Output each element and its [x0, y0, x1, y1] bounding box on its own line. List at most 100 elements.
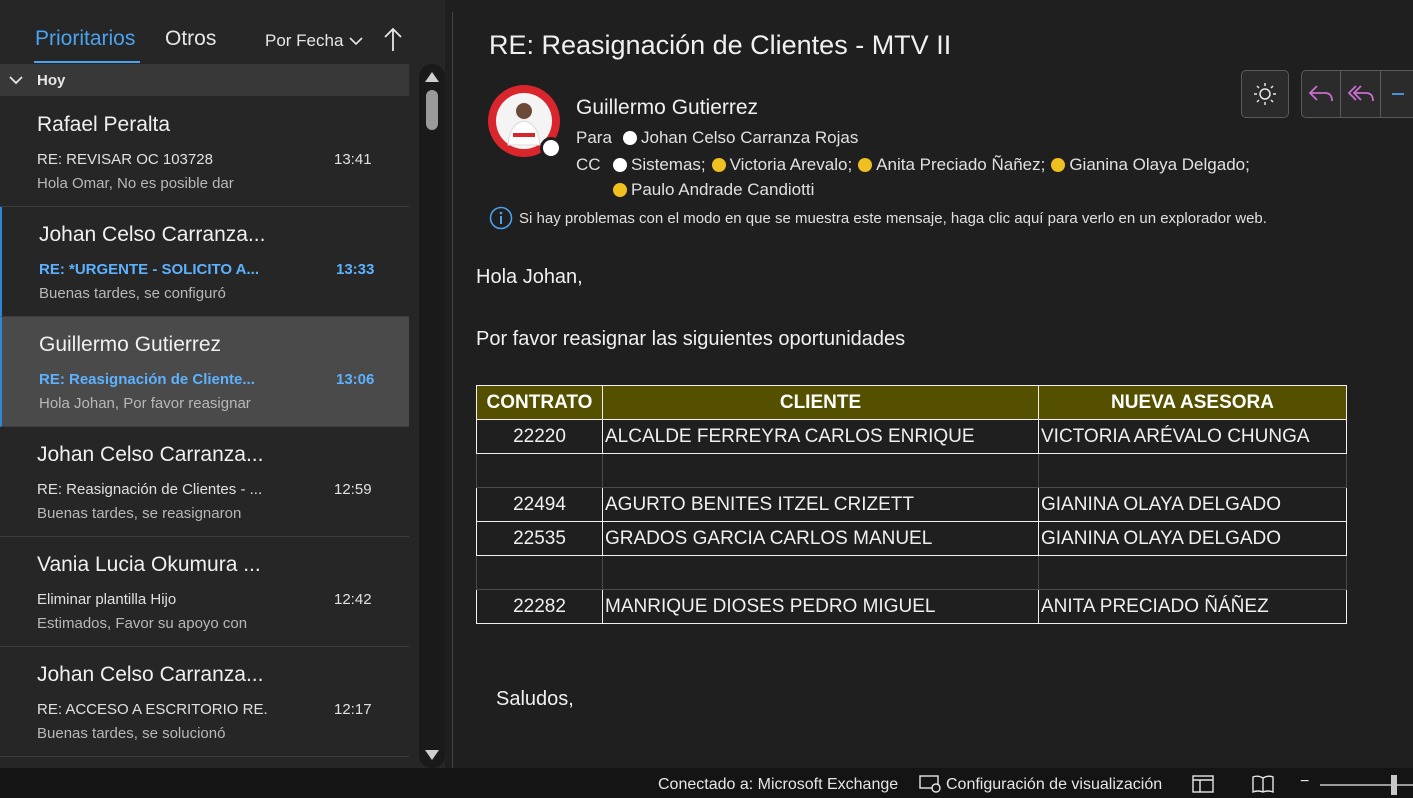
recipient-cc[interactable]: Paulo Andrade Candiotti	[631, 180, 814, 200]
recipient-cc[interactable]: Sistemas;	[631, 155, 706, 175]
cc-label: CC	[576, 155, 601, 174]
message-sender: Johan Celso Carranza...	[37, 443, 264, 466]
message-time: 13:06	[336, 371, 375, 388]
message-subject: RE: REVISAR OC 103728	[37, 151, 213, 168]
message-list-scrollbar[interactable]	[419, 64, 445, 768]
connection-status[interactable]: Conectado a: Microsoft Exchange	[658, 776, 898, 794]
cell-contrato: 22220	[476, 419, 603, 454]
info-text: Si hay problemas con el modo en que se m…	[519, 209, 1267, 227]
message-subject: RE: Reasignación de Cliente...	[39, 371, 255, 388]
reply-all-button[interactable]	[1341, 71, 1381, 117]
cc-line: CC Sistemas; Victoria Arevalo; Anita Pre…	[576, 155, 1250, 175]
message-time: 12:59	[334, 481, 372, 498]
message-time: 13:41	[334, 151, 372, 168]
cell-contrato: 22494	[476, 487, 603, 522]
cell-asesora: GIANINA OLAYA DELGADO	[1038, 487, 1347, 522]
reading-view-icon[interactable]	[1252, 774, 1274, 794]
info-icon	[489, 206, 513, 230]
view-in-browser-notice[interactable]: Si hay problemas con el modo en que se m…	[489, 206, 1267, 230]
cell-cliente: ALCALDE FERREYRA CARLOS ENRIQUE	[602, 419, 1039, 454]
recipient-cc[interactable]: Anita Preciado Ñañez;	[876, 155, 1045, 175]
message-item-selected[interactable]: Guillermo Gutierrez RE: Reasignación de …	[0, 317, 409, 427]
mail-greeting: Hola Johan,	[476, 266, 583, 288]
cell-contrato: 22282	[476, 589, 603, 624]
to-label: Para	[576, 128, 612, 147]
cell-cliente: GRADOS GARCIA CARLOS MANUEL	[602, 521, 1039, 556]
message-preview: Estimados, Favor su apoyo con	[37, 615, 248, 632]
scroll-up-arrow-icon[interactable]	[424, 70, 440, 84]
cell-cliente: MANRIQUE DIOSES PEDRO MIGUEL	[602, 589, 1039, 624]
reading-pane: RE: Reasignación de Clientes - MTV II Gu…	[453, 0, 1413, 768]
message-sender: Johan Celso Carranza...	[37, 663, 264, 686]
forward-icon	[1392, 93, 1405, 95]
reply-button[interactable]	[1302, 71, 1342, 117]
zoom-out-icon[interactable]: −	[1300, 773, 1309, 791]
presence-away-icon	[858, 158, 873, 172]
message-time: 13:33	[336, 261, 375, 278]
reply-icon	[1308, 85, 1334, 102]
message-preview: Buenas tardes, se configuró	[39, 285, 226, 302]
tab-other[interactable]: Otros	[165, 27, 216, 51]
message-sender: Vania Lucia Okumura ...	[37, 553, 261, 576]
cell-cliente: AGURTO BENITES ITZEL CRIZETT	[602, 487, 1039, 522]
message-subject: Eliminar plantilla Hijo	[37, 591, 177, 608]
table-row: 22494 AGURTO BENITES ITZEL CRIZETT GIANI…	[476, 487, 1347, 522]
theme-toggle-group	[1241, 70, 1289, 118]
message-list-header: Prioritarios Otros Por Fecha	[0, 0, 445, 64]
message-item[interactable]: Johan Celso Carranza... RE: ACCESO A ESC…	[0, 647, 409, 757]
sort-label: Por Fecha	[265, 31, 344, 50]
mail-subject: RE: Reasignación de Clientes - MTV II	[489, 30, 952, 60]
cell-asesora: GIANINA OLAYA DELGADO	[1038, 521, 1347, 556]
zoom-slider[interactable]	[1320, 784, 1413, 786]
scrollbar-thumb[interactable]	[426, 90, 438, 130]
sort-direction-arrow-icon[interactable]	[381, 26, 405, 54]
group-header-today[interactable]: Hoy	[0, 64, 409, 96]
chevron-down-icon	[9, 76, 23, 85]
zoom-slider-thumb[interactable]	[1391, 775, 1397, 795]
message-item[interactable]: Rafael Peralta RE: REVISAR OC 103728 13:…	[0, 97, 409, 207]
recipient-cc[interactable]: Victoria Arevalo;	[730, 155, 853, 175]
cell-contrato: 22535	[476, 521, 603, 556]
table-row-empty	[476, 555, 1347, 590]
message-subject: RE: *URGENTE - SOLICITO A...	[39, 261, 260, 278]
presence-away-icon	[613, 183, 627, 197]
message-preview: Hola Johan, Por favor reasignar	[39, 395, 251, 412]
sender-name[interactable]: Guillermo Gutierrez	[576, 96, 758, 120]
message-item[interactable]: Vania Lucia Okumura ... Eliminar plantil…	[0, 537, 409, 647]
message-time: 12:17	[334, 701, 372, 718]
message-item[interactable]: Johan Celso Carranza... RE: *URGENTE - S…	[0, 207, 409, 317]
reply-actions-group	[1301, 70, 1413, 118]
mail-intro: Por favor reasignar las siguientes oport…	[476, 328, 906, 350]
normal-view-icon[interactable]	[1192, 774, 1214, 794]
group-label: Hoy	[37, 71, 66, 89]
theme-toggle-button[interactable]	[1242, 71, 1288, 117]
message-sender: Rafael Peralta	[37, 113, 171, 136]
forward-button[interactable]	[1381, 71, 1413, 117]
table-header-cliente: CLIENTE	[602, 385, 1039, 420]
message-preview: Buenas tardes, se solucionó	[37, 725, 226, 742]
display-settings-label[interactable]: Configuración de visualización	[946, 776, 1162, 794]
message-item[interactable]: Johan Celso Carranza... RE: Reasignación…	[0, 427, 409, 537]
table-header-asesora: NUEVA ASESORA	[1038, 385, 1347, 420]
presence-away-icon	[1051, 158, 1066, 172]
cell-asesora	[1038, 555, 1347, 590]
message-subject: RE: Reasignación de Clientes - ...	[37, 481, 263, 498]
message-subject: RE: ACCESO A ESCRITORIO RE...	[37, 701, 267, 718]
message-sender: Johan Celso Carranza...	[39, 223, 266, 246]
table-row: 22535 GRADOS GARCIA CARLOS MANUEL GIANIN…	[476, 521, 1347, 556]
presence-status-icon	[540, 137, 562, 159]
sun-icon	[1254, 83, 1276, 105]
cell-contrato	[476, 453, 603, 488]
tab-focused[interactable]: Prioritarios	[35, 27, 135, 51]
sort-by-date-dropdown[interactable]: Por Fecha	[265, 31, 364, 51]
display-settings-icon[interactable]	[919, 774, 943, 794]
scroll-down-arrow-icon[interactable]	[424, 748, 440, 762]
recipient-cc[interactable]: Gianina Olaya Delgado;	[1069, 155, 1250, 175]
cell-cliente	[602, 453, 1039, 488]
cell-asesora	[1038, 453, 1347, 488]
table-header-contrato: CONTRATO	[476, 385, 603, 420]
table-row: 22282 MANRIQUE DIOSES PEDRO MIGUEL ANITA…	[476, 589, 1347, 624]
message-preview: Buenas tardes, se reasignaron	[37, 505, 242, 522]
message-time: 12:42	[334, 591, 372, 608]
recipient-to[interactable]: Johan Celso Carranza Rojas	[641, 128, 858, 148]
